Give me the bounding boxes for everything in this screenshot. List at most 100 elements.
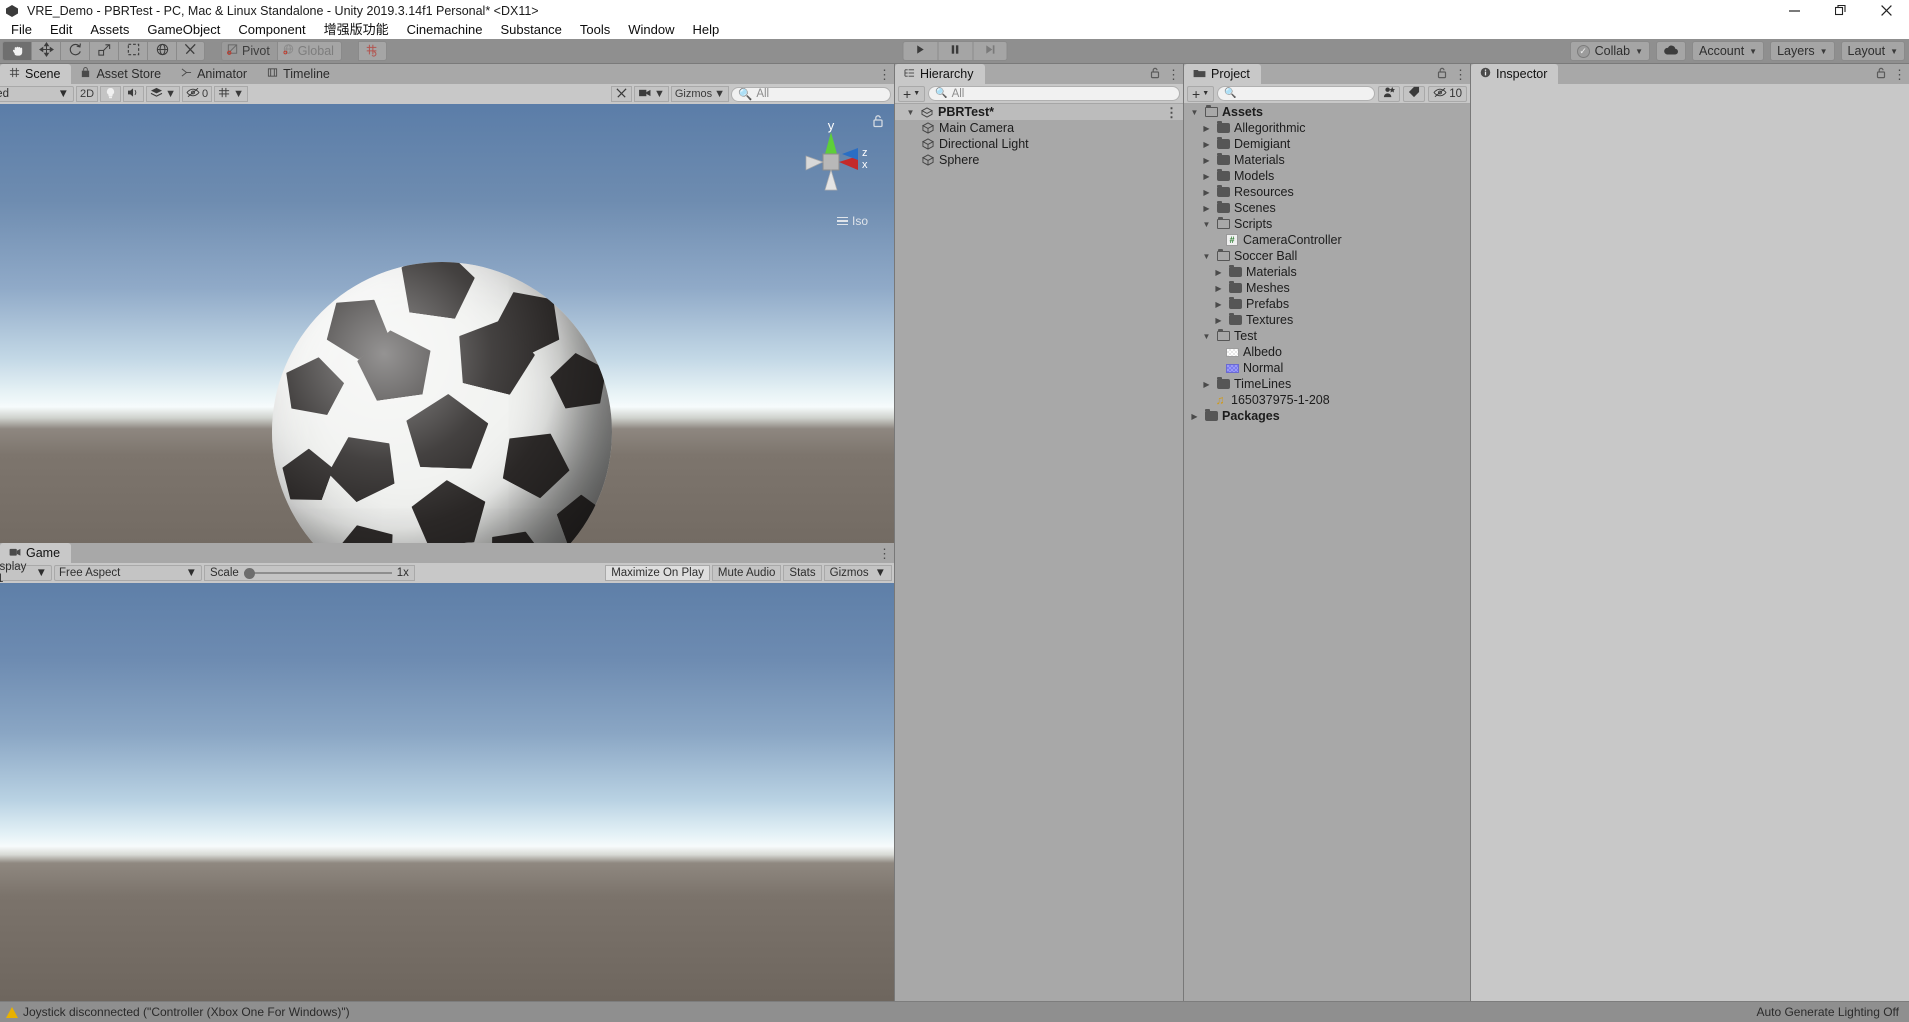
scene-camera-button[interactable]: ▼ <box>633 86 669 102</box>
close-button[interactable] <box>1863 0 1909 21</box>
chevron-down-icon[interactable]: ▼ <box>714 88 725 100</box>
grid-snap-button[interactable] <box>357 41 387 61</box>
scene-viewport[interactable]: y z x Iso <box>0 104 894 543</box>
game-viewport[interactable] <box>0 583 894 1001</box>
project-row-assets[interactable]: ▼ Assets <box>1184 104 1470 120</box>
restore-button[interactable] <box>1817 0 1863 21</box>
rect-tool-button[interactable] <box>118 41 147 61</box>
hierarchy-search-input[interactable]: 🔍 All <box>928 86 1180 101</box>
project-row-timelines[interactable]: ▶ TimeLines <box>1184 376 1470 392</box>
menu-tools[interactable]: Tools <box>571 21 619 39</box>
tab-animator[interactable]: Animator <box>172 64 258 84</box>
chevron-down-icon[interactable]: ▼ <box>165 88 176 100</box>
project-row-albedo[interactable]: Albedo <box>1184 344 1470 360</box>
pivot-toggle-button[interactable]: Pivot <box>221 41 277 61</box>
chevron-right-icon[interactable]: ▶ <box>1201 204 1212 213</box>
chevron-right-icon[interactable]: ▶ <box>1213 268 1224 277</box>
menu-component[interactable]: Component <box>229 21 314 39</box>
project-menu-icon[interactable]: ⋮ <box>1454 68 1467 81</box>
soccer-ball-object[interactable] <box>272 262 612 543</box>
project-row-ball-materials[interactable]: ▶ Materials <box>1184 264 1470 280</box>
scene-menu-icon[interactable]: ⋮ <box>878 68 891 81</box>
menu-substance[interactable]: Substance <box>491 21 570 39</box>
project-row-scenes[interactable]: ▶ Scenes <box>1184 200 1470 216</box>
chevron-right-icon[interactable]: ▶ <box>1189 412 1200 421</box>
chevron-right-icon[interactable]: ▶ <box>1201 380 1212 389</box>
menu-help[interactable]: Help <box>684 21 729 39</box>
project-row-ball-textures[interactable]: ▶ Textures <box>1184 312 1470 328</box>
transform-tool-button[interactable] <box>147 41 176 61</box>
lock-icon[interactable] <box>1150 67 1160 82</box>
chevron-right-icon[interactable]: ▶ <box>1201 140 1212 149</box>
tab-inspector[interactable]: Inspector <box>1471 64 1559 84</box>
project-add-button[interactable]: + ▼ <box>1187 85 1215 102</box>
hierarchy-row-sphere[interactable]: Sphere <box>895 152 1183 168</box>
account-button[interactable]: Account ▼ <box>1692 41 1765 61</box>
status-message-group[interactable]: Joystick disconnected ("Controller (Xbox… <box>6 1005 350 1019</box>
chevron-right-icon[interactable]: ▶ <box>1201 156 1212 165</box>
menu-cinemachine[interactable]: Cinemachine <box>398 21 492 39</box>
project-tree[interactable]: ▼ Assets ▶ Allegorithmic ▶ Demigiant ▶ M… <box>1184 104 1470 1001</box>
scene-lighting-button[interactable] <box>100 86 122 102</box>
project-hidden-button[interactable]: 10 <box>1428 85 1467 102</box>
lock-icon[interactable] <box>1437 67 1447 82</box>
chevron-down-icon[interactable]: ▼ <box>233 88 244 100</box>
chevron-right-icon[interactable]: ▶ <box>1201 124 1212 133</box>
minimize-button[interactable] <box>1771 0 1817 21</box>
menu-assets[interactable]: Assets <box>81 21 138 39</box>
project-row-resources[interactable]: ▶ Resources <box>1184 184 1470 200</box>
game-menu-icon[interactable]: ⋮ <box>878 547 891 560</box>
hierarchy-row-main-camera[interactable]: Main Camera <box>895 120 1183 136</box>
project-search-input[interactable]: 🔍 <box>1217 86 1376 101</box>
chevron-down-icon[interactable]: ▼ <box>1189 108 1200 117</box>
move-tool-button[interactable] <box>31 41 60 61</box>
hand-tool-button[interactable] <box>2 41 31 61</box>
scale-tool-button[interactable] <box>89 41 118 61</box>
chevron-down-icon[interactable]: ▼ <box>875 567 886 579</box>
project-row-scripts[interactable]: ▼ Scripts <box>1184 216 1470 232</box>
chevron-down-icon[interactable]: ▼ <box>905 108 916 117</box>
mute-audio-button[interactable]: Mute Audio <box>711 565 782 581</box>
scene-context-menu-icon[interactable]: ⋮ <box>1165 106 1178 119</box>
tab-scene[interactable]: Scene <box>0 64 72 84</box>
project-favorites-button[interactable] <box>1378 85 1401 102</box>
project-row-ball-meshes[interactable]: ▶ Meshes <box>1184 280 1470 296</box>
chevron-right-icon[interactable]: ▶ <box>1213 316 1224 325</box>
tab-timeline[interactable]: Timeline <box>258 64 341 84</box>
scene-audio-button[interactable] <box>123 86 145 102</box>
cloud-button[interactable] <box>1656 41 1686 61</box>
hierarchy-row-scene[interactable]: ▼ PBRTest* ⋮ <box>895 104 1183 120</box>
hierarchy-add-button[interactable]: + ▼ <box>898 85 926 102</box>
scene-view-gizmo[interactable]: y z x <box>790 118 872 214</box>
menu-gameobject[interactable]: GameObject <box>138 21 229 39</box>
global-toggle-button[interactable]: Global <box>276 41 342 61</box>
scale-control[interactable]: Scale 1x <box>204 565 415 581</box>
lock-icon[interactable] <box>1876 67 1886 82</box>
scene-projection-toggle[interactable]: Iso <box>836 214 868 228</box>
scene-search-input[interactable]: 🔍 All <box>731 86 891 102</box>
layout-button[interactable]: Layout ▼ <box>1840 41 1905 61</box>
scene-fx-button[interactable]: ▼ <box>146 86 180 102</box>
hierarchy-menu-icon[interactable]: ⋮ <box>1167 68 1180 81</box>
aspect-dropdown[interactable]: Free Aspect ▼ <box>54 565 202 581</box>
project-row-materials[interactable]: ▶ Materials <box>1184 152 1470 168</box>
chevron-right-icon[interactable]: ▶ <box>1213 300 1224 309</box>
toggle-2d-button[interactable]: 2D <box>76 86 99 102</box>
chevron-right-icon[interactable]: ▶ <box>1201 172 1212 181</box>
custom-tool-button[interactable] <box>176 41 205 61</box>
lighting-status[interactable]: Auto Generate Lighting Off <box>1756 1005 1899 1019</box>
scene-tools-button[interactable] <box>610 86 632 102</box>
menu-file[interactable]: File <box>2 21 41 39</box>
project-row-cameracontroller[interactable]: # CameraController <box>1184 232 1470 248</box>
menu-edit[interactable]: Edit <box>41 21 81 39</box>
project-row-demigiant[interactable]: ▶ Demigiant <box>1184 136 1470 152</box>
chevron-right-icon[interactable]: ▶ <box>1201 188 1212 197</box>
pause-button[interactable] <box>937 41 972 61</box>
layers-button[interactable]: Layers ▼ <box>1770 41 1835 61</box>
chevron-down-icon[interactable]: ▼ <box>1201 252 1212 261</box>
project-row-test[interactable]: ▼ Test <box>1184 328 1470 344</box>
chevron-down-icon[interactable]: ▼ <box>654 88 665 100</box>
menu-enhanced[interactable]: 增强版功能 <box>315 21 398 39</box>
display-dropdown[interactable]: isplay 1 ▼ <box>0 561 52 585</box>
chevron-down-icon[interactable]: ▼ <box>1201 220 1212 229</box>
